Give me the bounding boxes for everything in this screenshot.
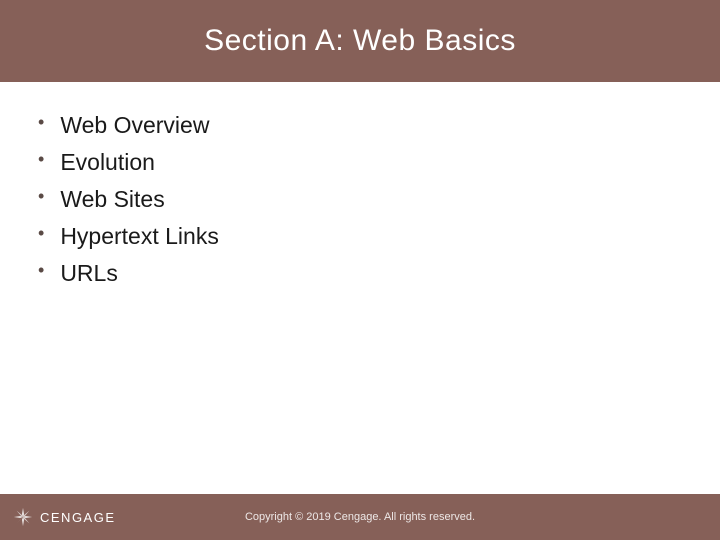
bullet-icon: • <box>38 110 44 135</box>
bullet-icon: • <box>38 258 44 283</box>
list-item: • Web Sites <box>38 184 720 215</box>
brand-text: CENGAGE <box>40 510 116 525</box>
bullet-text: Evolution <box>60 147 155 178</box>
copyright-text: Copyright © 2019 Cengage. All rights res… <box>245 511 475 523</box>
bullet-text: URLs <box>60 258 118 289</box>
list-item: • Hypertext Links <box>38 221 720 252</box>
bullet-list: • Web Overview • Evolution • Web Sites •… <box>38 110 720 289</box>
list-item: • Web Overview <box>38 110 720 141</box>
header-band: Section A: Web Basics <box>0 0 720 82</box>
bullet-icon: • <box>38 221 44 246</box>
list-item: • Evolution <box>38 147 720 178</box>
bullet-text: Web Overview <box>60 110 209 141</box>
bullet-text: Web Sites <box>60 184 164 215</box>
footer-band: CENGAGE Copyright © 2019 Cengage. All ri… <box>0 494 720 540</box>
list-item: • URLs <box>38 258 720 289</box>
bullet-icon: • <box>38 184 44 209</box>
brand-logo: CENGAGE <box>12 506 116 528</box>
bullet-text: Hypertext Links <box>60 221 219 252</box>
bullet-icon: • <box>38 147 44 172</box>
slide-title: Section A: Web Basics <box>204 24 516 58</box>
cengage-star-icon <box>12 506 34 528</box>
content-area: • Web Overview • Evolution • Web Sites •… <box>0 82 720 289</box>
